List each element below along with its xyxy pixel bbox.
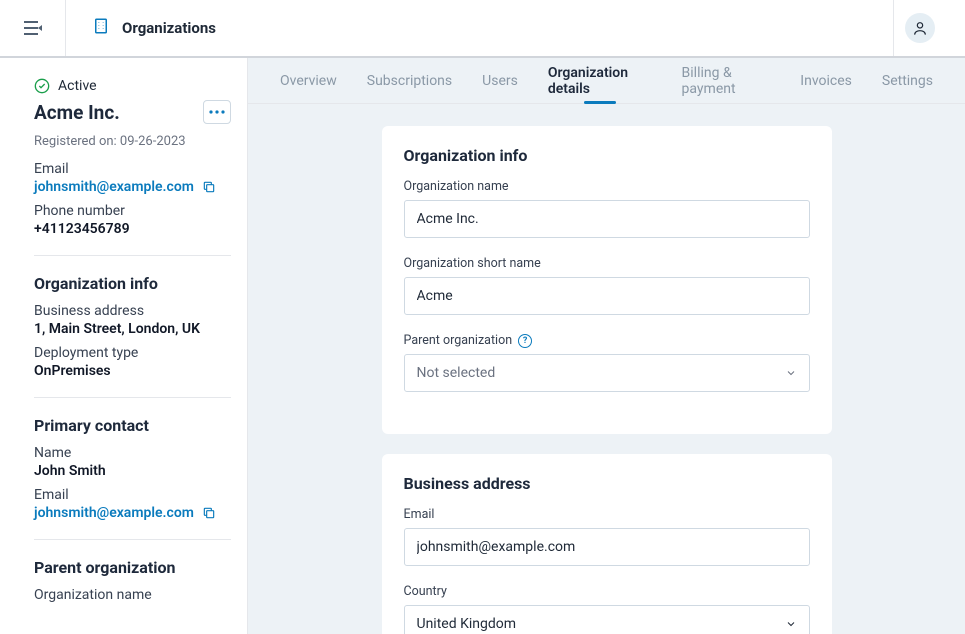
tab-subscriptions[interactable]: Subscriptions (367, 58, 452, 103)
org-info-card: Organization info Organization name Orga… (382, 126, 832, 434)
org-short-label: Organization short name (404, 256, 810, 271)
tab-settings[interactable]: Settings (882, 58, 933, 103)
person-icon (912, 20, 928, 36)
org-name: Acme Inc. (34, 101, 120, 124)
help-icon[interactable]: ? (518, 334, 532, 348)
org-name-label: Organization name (404, 179, 810, 194)
parent-org-value: Not selected (417, 365, 496, 381)
org-short-input[interactable] (404, 277, 810, 315)
tab-overview[interactable]: Overview (280, 58, 337, 103)
building-icon (92, 17, 110, 39)
org-name-input[interactable] (404, 200, 810, 238)
divider (34, 539, 231, 540)
pc-name-label: Name (34, 445, 231, 461)
business-address-card: Business address Email Country United Ki… (382, 454, 832, 634)
parent-org-select[interactable]: Not selected (404, 354, 810, 392)
parent-org-label: Parent organization (404, 333, 513, 348)
country-value: United Kingdom (417, 616, 517, 632)
content-area: Organization info Organization name Orga… (248, 104, 965, 634)
copy-icon[interactable] (202, 506, 216, 520)
tab-invoices[interactable]: Invoices (800, 58, 852, 103)
tab-organization-details[interactable]: Organization details (548, 58, 652, 103)
pc-name-value: John Smith (34, 463, 231, 479)
topbar: Organizations (0, 0, 965, 58)
ba-country-label: Country (404, 584, 810, 599)
card-heading: Organization info (404, 146, 810, 165)
copy-icon[interactable] (202, 180, 216, 194)
primary-contact-heading: Primary contact (34, 416, 231, 435)
status-badge: Active (58, 78, 97, 94)
biz-addr-value: 1, Main Street, London, UK (34, 321, 231, 337)
hamburger-icon (24, 21, 42, 35)
more-actions-button[interactable] (203, 100, 231, 124)
country-select[interactable]: United Kingdom (404, 605, 810, 634)
check-circle-icon (34, 78, 50, 94)
deploy-value: OnPremises (34, 363, 231, 379)
pc-email-label: Email (34, 487, 231, 503)
main-panel: Overview Subscriptions Users Organization d… (248, 58, 965, 634)
dots-icon (209, 110, 225, 114)
details-sidebar: Active Acme Inc. Registered on: 09-26-20… (0, 58, 248, 634)
user-avatar[interactable] (905, 13, 935, 43)
parent-org-name-label: Organization name (34, 587, 231, 603)
email-link[interactable]: johnsmith@example.com (34, 179, 194, 195)
card-heading: Business address (404, 474, 810, 493)
phone-label: Phone number (34, 203, 231, 219)
registered-date: Registered on: 09-26-2023 (34, 134, 231, 149)
page-title: Organizations (122, 19, 216, 37)
tabs: Overview Subscriptions Users Organization d… (248, 58, 965, 104)
tab-billing-payment[interactable]: Billing & payment (682, 58, 771, 103)
chevron-down-icon (785, 618, 797, 630)
divider (34, 255, 231, 256)
chevron-down-icon (785, 367, 797, 379)
tab-users[interactable]: Users (482, 58, 518, 103)
email-label: Email (34, 161, 231, 177)
ba-email-label: Email (404, 507, 810, 522)
org-info-heading: Organization info (34, 274, 231, 293)
sidebar-toggle[interactable] (0, 0, 66, 56)
deploy-label: Deployment type (34, 345, 231, 361)
biz-addr-label: Business address (34, 303, 231, 319)
ba-email-input[interactable] (404, 528, 810, 566)
parent-org-heading: Parent organization (34, 558, 231, 577)
divider (34, 397, 231, 398)
pc-email-link[interactable]: johnsmith@example.com (34, 505, 194, 521)
phone-value: +41123456789 (34, 221, 231, 237)
